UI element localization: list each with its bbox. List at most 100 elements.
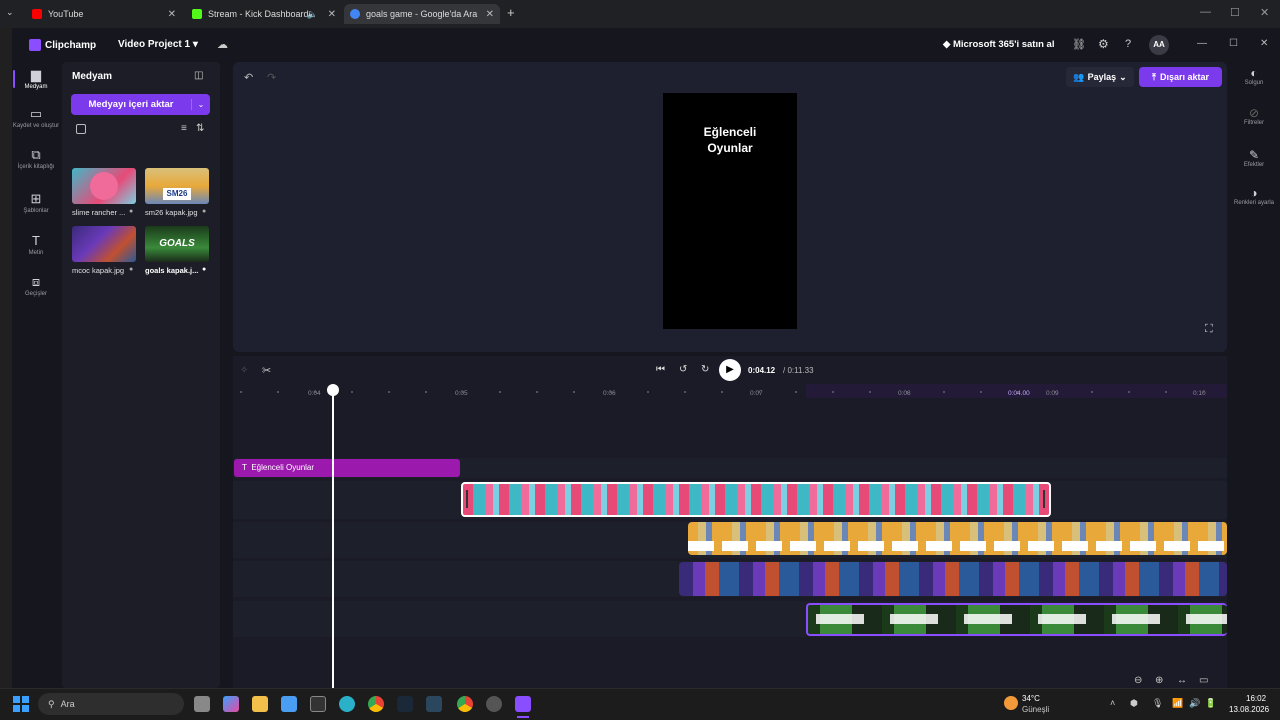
filters-button[interactable]: ⊘ Filtreler (1230, 107, 1278, 127)
share-button[interactable]: 👥 Paylaş ⌄ (1066, 67, 1134, 87)
tab-youtube[interactable]: YouTube ✕ (26, 4, 182, 24)
playhead-handle[interactable] (327, 384, 339, 396)
link-icon[interactable]: ⛓ (1072, 38, 1086, 51)
ruler-dot (1054, 391, 1056, 393)
check-icon: ● (202, 208, 207, 215)
battery-icon[interactable]: 🔋 (1205, 698, 1216, 709)
export-button[interactable]: ⤒ Dışarı aktar (1139, 67, 1222, 87)
trim-handle-right[interactable] (1043, 490, 1045, 508)
text-clip[interactable]: T Eğlenceli Oyunlar (234, 459, 460, 477)
forward-icon[interactable]: ↻ (701, 364, 709, 375)
clip-mcoc[interactable] (679, 562, 1227, 596)
mute-icon[interactable]: 🔈 (307, 9, 318, 20)
fullscreen-icon[interactable]: ⛶ (1205, 323, 1213, 336)
ruler-dot (795, 391, 797, 393)
nav-transitions[interactable]: ⧈ Geçişler (12, 275, 60, 298)
nav-templates[interactable]: ⊞ Şablonlar (12, 192, 60, 215)
close-tab-icon[interactable]: ✕ (486, 9, 494, 20)
project-name-button[interactable]: Video Project 1 ▾ (112, 35, 204, 55)
close-tab-icon[interactable]: ✕ (168, 9, 176, 20)
chevron-down-icon[interactable]: ⌄ (192, 100, 210, 109)
taskbar-search[interactable]: ⚲ Ara (38, 693, 184, 715)
app-minimize-icon[interactable]: — (1197, 38, 1207, 49)
clip-sm26[interactable] (688, 522, 1227, 555)
avatar[interactable]: AA (1149, 35, 1169, 55)
total-time: / 0:11.33 (783, 366, 814, 375)
explorer-icon[interactable] (252, 696, 268, 712)
media-thumb-mcoc[interactable] (72, 226, 136, 262)
play-button[interactable]: ▶ (719, 359, 741, 381)
media-thumb-slime[interactable] (72, 168, 136, 204)
settings-icon[interactable]: ⚙ (1098, 37, 1109, 51)
filter-icon[interactable]: ≡ (181, 123, 187, 134)
wifi-icon[interactable]: 📶 (1172, 698, 1183, 709)
close-tab-icon[interactable]: ✕ (328, 9, 336, 20)
tab-google[interactable]: goals game - Google'da Ara ✕ (344, 4, 500, 24)
task-view-icon[interactable] (194, 696, 210, 712)
clipchamp-taskbar-icon[interactable] (515, 696, 531, 712)
trim-handle-left[interactable] (466, 490, 468, 508)
nav-media[interactable]: ▆ Medyam (12, 68, 60, 91)
ms365-button[interactable]: ◆ Microsoft 365'i satın al (943, 39, 1054, 50)
color-icon: ◑ (1250, 186, 1258, 200)
app-maximize-icon[interactable]: ☐ (1229, 38, 1238, 49)
fade-button[interactable]: ◐ Solgun (1230, 67, 1278, 87)
mic-icon[interactable]: 🎙 (1152, 698, 1163, 709)
new-tab-button[interactable]: + (507, 5, 515, 20)
media-thumb-goals[interactable]: GOALS (145, 226, 209, 262)
maximize-icon[interactable]: ☐ (1230, 6, 1240, 19)
nav-record[interactable]: ▭ Kaydet ve oluştur (12, 107, 60, 130)
skip-back-icon[interactable]: ⏮ (656, 364, 665, 375)
fit-icon[interactable]: ↔ (1177, 675, 1187, 686)
redo-icon[interactable]: ↷ (267, 71, 276, 84)
sort-icon[interactable]: ⇅ (196, 123, 204, 134)
select-all-checkbox[interactable] (76, 124, 86, 134)
undo-icon[interactable]: ↶ (244, 71, 253, 84)
collapse-panel-icon[interactable]: ◫ (194, 70, 203, 81)
close-icon[interactable]: ✕ (1260, 6, 1269, 19)
chrome-profile-icon[interactable] (457, 696, 473, 712)
media-label: mcoc kapak.jpg (72, 266, 125, 275)
tab-list-button[interactable]: ⌄ (6, 7, 14, 18)
app-name: Clipchamp (45, 40, 97, 51)
clip-slime[interactable] (461, 482, 1051, 517)
edge-icon[interactable] (339, 696, 355, 712)
cloud-off-icon[interactable]: ☁ (217, 38, 228, 51)
zoom-out-icon[interactable]: ⊖ (1134, 675, 1142, 686)
layout-icon[interactable]: ▭ (1199, 675, 1208, 686)
import-media-button[interactable]: Medyayı içeri aktar ⌄ (71, 94, 210, 115)
ruler-dot (536, 391, 538, 393)
rewind-icon[interactable]: ↺ (679, 364, 687, 375)
adjust-colors-button[interactable]: ◑ Renkleri ayarla (1230, 186, 1278, 207)
help-icon[interactable]: ? (1125, 38, 1131, 50)
playhead-line[interactable] (332, 390, 334, 688)
weather-icon[interactable] (1004, 696, 1018, 710)
app-icon-2[interactable] (486, 696, 502, 712)
minimize-icon[interactable]: — (1200, 6, 1211, 18)
media-thumb-sm26[interactable]: SM26 (145, 168, 209, 204)
magic-icon[interactable]: ✧ (240, 365, 248, 376)
store-icon[interactable] (281, 696, 297, 712)
start-icon[interactable] (13, 696, 29, 712)
tray-app-icon[interactable]: ⬢ (1130, 698, 1138, 709)
nav-text[interactable]: T Metin (12, 234, 60, 257)
copilot-icon[interactable] (223, 696, 239, 712)
zoom-in-icon[interactable]: ⊕ (1155, 675, 1163, 686)
ruler-dot (1165, 391, 1167, 393)
volume-icon[interactable]: 🔊 (1189, 698, 1200, 709)
chrome-icon[interactable] (368, 696, 384, 712)
app-icon[interactable] (310, 696, 326, 712)
ruler-dot (980, 391, 982, 393)
split-icon[interactable]: ✂ (262, 364, 271, 377)
ruler-dot (277, 391, 279, 393)
tray-chevron-icon[interactable]: ˄ (1110, 698, 1115, 708)
app-close-icon[interactable]: ✕ (1260, 38, 1268, 49)
ruler-dot (314, 391, 316, 393)
tab-kick[interactable]: Stream - Kick Dashboard 🔈 ✕ (186, 4, 342, 24)
steam-icon[interactable] (397, 696, 413, 712)
nav-content-library[interactable]: ⧉ İçerik kitaplığı (12, 148, 60, 171)
steam-icon-2[interactable] (426, 696, 442, 712)
search-icon: ⚲ (48, 698, 55, 709)
effects-button[interactable]: ✎ Efektler (1230, 149, 1278, 169)
clip-goals[interactable] (806, 603, 1227, 636)
